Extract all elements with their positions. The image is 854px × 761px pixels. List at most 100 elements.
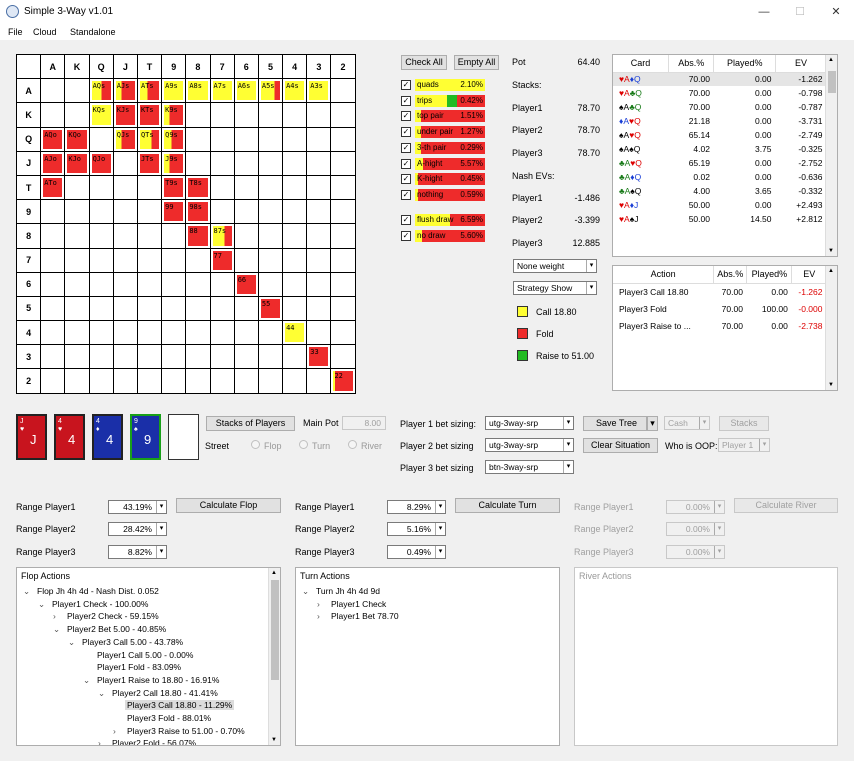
cash-select[interactable]: Cash ▾ (664, 416, 710, 430)
grid-cell[interactable] (306, 223, 332, 249)
grid-cell[interactable] (282, 126, 308, 152)
grid-cell[interactable] (136, 174, 163, 201)
tree-node[interactable]: Player1 Check (329, 599, 388, 609)
card-table-row[interactable]: ♠A♠Q 4.02 3.75 -0.325 (613, 142, 827, 156)
filter-checkbox[interactable]: ✓ (401, 189, 411, 200)
tree-node[interactable]: Player3 Raise to 51.00 - 0.70% (125, 726, 247, 736)
expand-icon[interactable]: ⌄ (98, 688, 105, 699)
stacks-of-players-button[interactable]: Stacks of Players (206, 416, 295, 431)
collapse-icon[interactable]: › (113, 726, 116, 736)
grid-cell[interactable] (282, 199, 308, 225)
tree-node[interactable]: Player1 Call 5.00 - 0.00% (95, 650, 195, 660)
grid-cell[interactable] (330, 126, 356, 152)
grid-cell[interactable]: JTs (136, 150, 163, 176)
grid-cell[interactable]: A4s (282, 78, 308, 104)
grid-cell[interactable] (64, 320, 90, 346)
grid-cell[interactable] (185, 344, 211, 370)
grid-cell[interactable]: 88 (185, 223, 211, 249)
expand-icon[interactable]: ⌄ (38, 599, 45, 610)
grid-cell[interactable]: A3s (306, 78, 332, 104)
grid-cell[interactable] (282, 247, 308, 273)
grid-cell[interactable] (40, 102, 66, 128)
main-pot-input[interactable]: 8.00 (342, 416, 386, 430)
flop-range-select[interactable]: 43.19% ▾ (108, 500, 167, 514)
grid-cell[interactable] (136, 368, 163, 394)
tree-node[interactable]: Player3 Call 5.00 - 43.78% (80, 637, 185, 647)
grid-cell[interactable] (88, 295, 114, 322)
clear-situation-button[interactable]: Clear Situation (583, 438, 658, 453)
grid-cell[interactable] (40, 78, 66, 104)
minimize-button[interactable]: — (746, 0, 782, 24)
grid-cell[interactable] (185, 271, 211, 297)
grid-cell[interactable] (306, 199, 332, 225)
grid-cell[interactable] (257, 223, 284, 249)
grid-cell[interactable] (209, 102, 235, 128)
grid-cell[interactable] (282, 102, 308, 128)
save-tree-dropdown[interactable]: ▾ (647, 416, 658, 431)
grid-cell[interactable] (282, 295, 308, 322)
filter-checkbox[interactable]: ✓ (401, 127, 411, 138)
grid-cell[interactable]: AQo (40, 126, 66, 152)
street-turn-radio[interactable] (299, 440, 308, 449)
grid-cell[interactable] (64, 78, 90, 104)
grid-cell[interactable]: AQs (88, 78, 114, 104)
grid-cell[interactable] (257, 150, 284, 176)
grid-cell[interactable] (330, 295, 356, 322)
card-table-scrollbar[interactable]: ▲ ▼ (825, 55, 837, 256)
filter-checkbox[interactable]: ✓ (401, 111, 411, 122)
grid-cell[interactable] (209, 295, 235, 322)
grid-cell[interactable] (330, 174, 356, 201)
calculate-river-button[interactable]: Calculate River (734, 498, 838, 513)
calculate-flop-button[interactable]: Calculate Flop (176, 498, 281, 513)
grid-cell[interactable]: KQs (88, 102, 114, 128)
collapse-icon[interactable]: › (98, 738, 101, 745)
grid-cell[interactable]: QTs (136, 126, 163, 152)
tree-node[interactable]: Player3 Call 18.80 - 11.29% (125, 700, 235, 711)
grid-cell[interactable] (233, 150, 259, 176)
tree-node[interactable]: Player3 Fold - 88.01% (125, 713, 213, 723)
grid-cell[interactable]: 22 (330, 368, 356, 394)
p2-bet-sizing-select[interactable]: utg-3way-srp ▾ (485, 438, 574, 452)
filter-checkbox[interactable]: ✓ (401, 95, 411, 106)
grid-cell[interactable]: KTs (136, 102, 163, 128)
grid-cell[interactable] (233, 126, 259, 152)
grid-cell[interactable] (40, 295, 66, 322)
flop-range-select[interactable]: 28.42% ▾ (108, 522, 167, 536)
grid-cell[interactable] (282, 174, 308, 201)
grid-cell[interactable] (330, 102, 356, 128)
grid-cell[interactable]: 55 (257, 295, 284, 322)
grid-cell[interactable] (233, 368, 259, 394)
menu-file[interactable]: File (8, 27, 23, 37)
board-card[interactable]: 4 ♦ 4 (92, 414, 123, 460)
grid-cell[interactable] (40, 199, 66, 225)
grid-cell[interactable] (233, 247, 259, 273)
grid-cell[interactable] (306, 102, 332, 128)
grid-cell[interactable]: A8s (185, 78, 211, 104)
expand-icon[interactable]: ⌄ (68, 637, 75, 648)
grid-cell[interactable] (185, 247, 211, 273)
grid-cell[interactable]: T8s (185, 174, 211, 201)
grid-cell[interactable] (233, 320, 259, 346)
grid-cell[interactable] (64, 247, 90, 273)
card-table-row[interactable]: ♣A♥Q 65.19 0.00 -2.752 (613, 156, 827, 170)
grid-cell[interactable] (257, 174, 284, 201)
grid-cell[interactable]: 33 (306, 344, 332, 370)
grid-cell[interactable] (306, 271, 332, 297)
card-table-row[interactable]: ♥A♦Q 70.00 0.00 -1.262 (613, 72, 827, 86)
filter-checkbox[interactable]: ✓ (401, 174, 411, 185)
grid-cell[interactable] (88, 271, 114, 297)
grid-cell[interactable] (233, 223, 259, 249)
save-tree-button[interactable]: Save Tree (583, 416, 647, 431)
grid-cell[interactable] (64, 174, 90, 201)
grid-cell[interactable] (112, 368, 138, 394)
grid-cell[interactable] (257, 247, 284, 273)
grid-cell[interactable] (209, 271, 235, 297)
grid-cell[interactable] (209, 199, 235, 225)
grid-cell[interactable] (136, 223, 163, 249)
action-table-row[interactable]: Player3 Raise to ... 70.00 0.00 -2.738 (613, 317, 827, 334)
grid-cell[interactable] (161, 247, 187, 273)
grid-cell[interactable] (64, 199, 90, 225)
grid-cell[interactable] (257, 199, 284, 225)
grid-cell[interactable] (112, 150, 138, 176)
tree-node[interactable]: Player1 Check - 100.00% (50, 599, 150, 609)
